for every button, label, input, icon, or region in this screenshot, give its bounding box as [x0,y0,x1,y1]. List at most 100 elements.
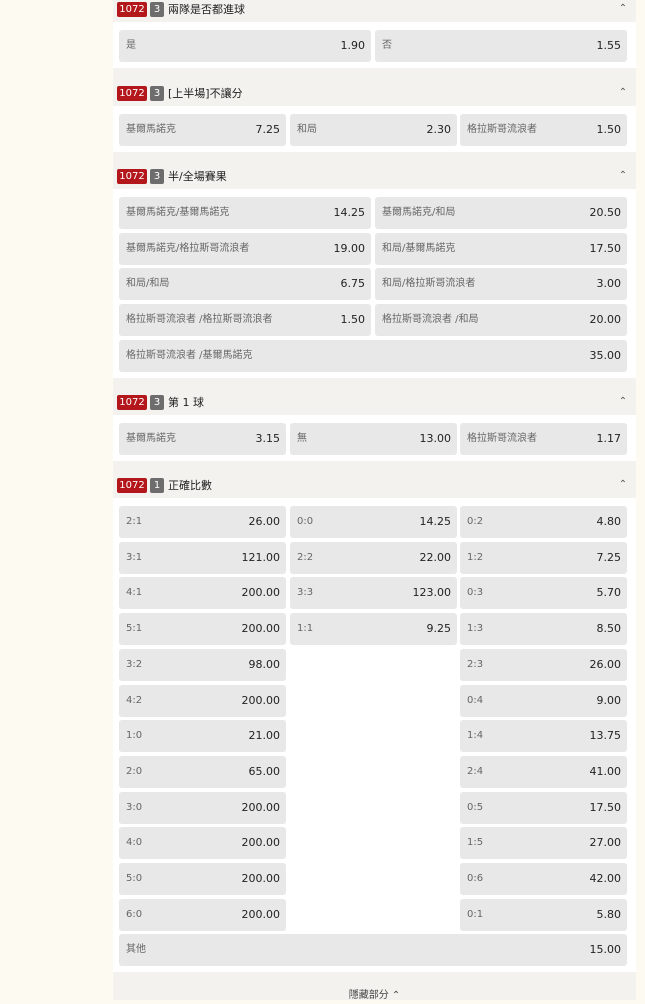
odds-value: 9.00 [596,693,622,707]
market-header[interactable]: 1072 1 正確比數 ⌃ [113,476,636,496]
odds-value: 13.00 [419,432,452,445]
chevron-up-icon[interactable]: ⌃ [616,1,630,17]
markets-container: 1072 3 兩隊是否都進球 ⌃ 是 1.90 否 1.55 1072 3 [上半場]不讓分 ⌃ 基爾馬… [113,0,636,1001]
odds-button[interactable]: 0:1 5.80 [460,898,627,931]
odds-button[interactable]: 和局 2.30 [290,114,457,146]
odds-value: 20.00 [589,313,622,327]
selection-name: 2:3 [467,658,484,670]
odds-button[interactable]: 基爾馬諾克 3.15 [119,423,286,455]
odds-button[interactable]: 格拉斯哥流浪者 /基爾馬諾克 35.00 [119,339,627,372]
odds-value: 20.50 [589,206,622,219]
odds-button[interactable]: 否 1.55 [375,30,627,62]
odds-value: 21.00 [248,729,281,743]
odds-button[interactable]: 2:2 22.00 [290,541,457,574]
odds-button[interactable]: 0:2 4.80 [460,506,627,538]
market-count-badge: 1 [150,478,164,493]
market-body: 2:1 26.00 0:0 14.25 0:2 4.80 3:1 121.00 2:2 22.00… [113,498,636,973]
odds-button[interactable]: 0:4 9.00 [460,684,627,717]
odds-button[interactable]: 2:0 65.00 [119,755,286,788]
chevron-up-icon[interactable]: ⌃ [616,85,630,101]
odds-button[interactable]: 4:0 200.00 [119,827,286,860]
hide-section-link[interactable]: 隱藏部分 ⌃ [113,988,636,1004]
selection-name: 4:1 [126,587,143,599]
odds-button[interactable]: 格拉斯哥流浪者 1.50 [460,114,627,146]
odds-value: 15.00 [589,943,622,957]
odds-button[interactable]: 其他 15.00 [119,934,627,967]
selection-name: 0:1 [467,908,484,920]
odds-button[interactable]: 2:4 41.00 [460,755,627,788]
odds-button[interactable]: 無 13.00 [290,423,457,455]
odds-value: 13.75 [589,729,622,743]
chevron-up-icon[interactable]: ⌃ [616,168,630,184]
odds-button[interactable]: 是 1.90 [119,30,371,62]
odds-button[interactable]: 基爾馬諾克/和局 20.50 [375,197,627,229]
odds-value: 123.00 [412,586,452,600]
chevron-up-icon[interactable]: ⌃ [616,394,630,410]
market-code-badge: 1072 [117,395,147,410]
odds-button[interactable]: 4:2 200.00 [119,684,286,717]
selection-name: 6:0 [126,908,143,920]
odds-button[interactable]: 基爾馬諾克 7.25 [119,114,286,146]
chevron-up-icon[interactable]: ⌃ [616,477,630,493]
selection-name: 2:1 [126,516,143,527]
market-header[interactable]: 1072 3 兩隊是否都進球 ⌃ [113,0,636,20]
odds-button[interactable]: 2:3 26.00 [460,648,627,681]
odds-button[interactable]: 6:0 200.00 [119,898,286,931]
odds-button[interactable]: 0:0 14.25 [290,506,457,538]
odds-button[interactable]: 格拉斯哥流浪者 /格拉斯哥流浪者 1.50 [119,304,371,337]
market-code-badge: 1072 [117,169,147,184]
selection-name: 格拉斯哥流浪者 [467,124,537,135]
selection-name: 格拉斯哥流浪者 /格拉斯哥流浪者 [126,314,273,326]
odds-value: 4.80 [596,515,622,528]
odds-button[interactable]: 5:1 200.00 [119,613,286,646]
odds-button[interactable]: 1:3 8.50 [460,613,627,646]
selection-name: 0:4 [467,694,484,706]
odds-button[interactable]: 和局/和局 6.75 [119,268,371,301]
odds-button[interactable]: 2:1 26.00 [119,506,286,538]
odds-button[interactable]: 和局/格拉斯哥流浪者 3.00 [375,268,627,301]
odds-button[interactable]: 3:1 121.00 [119,541,286,574]
market-count-badge: 3 [150,395,164,410]
odds-button[interactable]: 0:3 5.70 [460,577,627,610]
odds-button[interactable]: 1:0 21.00 [119,720,286,753]
odds-value: 1.50 [340,313,366,327]
odds-button[interactable]: 3:2 98.00 [119,648,286,681]
market-header[interactable]: 1072 3 [上半場]不讓分 ⌃ [113,84,636,104]
odds-button[interactable]: 3:3 123.00 [290,577,457,610]
odds-value: 27.00 [589,836,622,850]
chevron-up-icon: ⌃ [391,990,401,1001]
odds-button[interactable]: 1:2 7.25 [460,541,627,574]
odds-button[interactable]: 基爾馬諾克/基爾馬諾克 14.25 [119,197,371,229]
selection-name: 基爾馬諾克/基爾馬諾克 [126,207,230,218]
odds-button[interactable]: 和局/基爾馬諾克 17.50 [375,232,627,265]
market-header[interactable]: 1072 3 第 1 球 ⌃ [113,393,636,413]
market-header[interactable]: 1072 3 半/全場賽果 ⌃ [113,167,636,187]
selection-name: 2:0 [126,765,143,777]
odds-value: 6.75 [340,277,366,291]
odds-value: 1.50 [596,123,622,136]
odds-value: 200.00 [241,907,281,921]
selection-name: 1:2 [467,551,484,563]
odds-value: 26.00 [248,515,281,528]
odds-button[interactable]: 3:0 200.00 [119,791,286,824]
market-code-badge: 1072 [117,2,147,17]
odds-button[interactable]: 格拉斯哥流浪者 /和局 20.00 [375,304,627,337]
odds-button[interactable]: 基爾馬諾克/格拉斯哥流浪者 19.00 [119,232,371,265]
selection-name: 0:5 [467,801,484,813]
market-code-badge: 1072 [117,86,147,101]
odds-button[interactable]: 5:0 200.00 [119,863,286,895]
odds-value: 14.25 [333,206,366,219]
odds-value: 121.00 [241,550,281,564]
market-count-badge: 3 [150,86,164,101]
odds-button[interactable]: 1:1 9.25 [290,613,457,646]
selection-name: 0:2 [467,516,484,527]
odds-button[interactable]: 1:4 13.75 [460,720,627,753]
odds-button[interactable]: 4:1 200.00 [119,577,286,610]
odds-button[interactable]: 0:6 42.00 [460,863,627,895]
odds-button[interactable]: 1:5 27.00 [460,827,627,860]
odds-button[interactable]: 格拉斯哥流浪者 1.17 [460,423,627,455]
selection-name: 3:2 [126,658,143,670]
odds-button[interactable]: 0:5 17.50 [460,791,627,824]
selection-name: 和局 [297,124,317,135]
market-title: 兩隊是否都進球 [168,3,245,16]
